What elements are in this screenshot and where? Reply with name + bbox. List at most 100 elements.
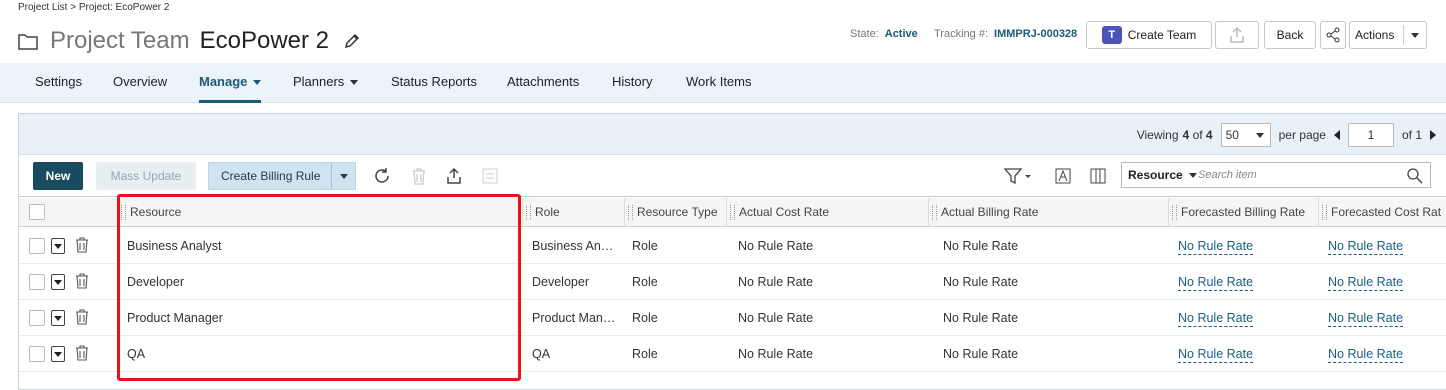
per-page-label: per page	[1278, 128, 1326, 142]
tab-planners[interactable]: Planners	[293, 63, 359, 103]
tab-status-reports[interactable]: Status Reports	[391, 63, 477, 103]
trash-icon[interactable]	[75, 273, 89, 289]
columns-icon[interactable]	[1088, 166, 1108, 186]
actions-label: Actions	[1355, 28, 1395, 42]
table-row[interactable]: QA QA Role No Rule Rate No Rule Rate No …	[19, 336, 1446, 372]
cell-forecasted-cost-rate[interactable]: No Rule Rate	[1328, 310, 1404, 327]
chevron-down-icon	[339, 173, 348, 179]
share-button[interactable]	[1320, 21, 1346, 49]
create-billing-rule-label: Create Billing Rule	[221, 169, 321, 183]
row-menu-button[interactable]	[51, 310, 65, 326]
search-box[interactable]: Resource	[1121, 162, 1431, 188]
tab-settings[interactable]: Settings	[35, 63, 82, 103]
cell-actual-billing-rate: No Rule Rate	[943, 311, 1019, 325]
tab-overview[interactable]: Overview	[113, 63, 167, 103]
next-page-icon[interactable]	[1430, 130, 1436, 140]
row-checkbox[interactable]	[29, 310, 45, 326]
new-button[interactable]: New	[33, 162, 83, 190]
chevron-down-icon	[253, 80, 262, 86]
column-header-role[interactable]: Role	[522, 198, 624, 227]
column-header-forecasted-billing-rate[interactable]: Forecasted Billing Rate	[1168, 198, 1318, 227]
search-scope-select[interactable]: Resource	[1122, 168, 1198, 182]
row-menu-button[interactable]	[51, 238, 65, 254]
search-scope-label: Resource	[1128, 168, 1183, 182]
refresh-icon[interactable]	[372, 166, 392, 186]
text-format-icon[interactable]	[1053, 166, 1073, 186]
column-header-actual-cost-rate[interactable]: Actual Cost Rate	[726, 198, 928, 227]
create-team-label: Create Team	[1127, 28, 1197, 42]
chevron-down-icon	[54, 315, 62, 321]
row-checkbox[interactable]	[29, 346, 45, 362]
actions-dropdown[interactable]: Actions	[1349, 21, 1427, 49]
cell-resource[interactable]: Business Analyst	[127, 228, 517, 264]
state-display: State: Active	[850, 28, 918, 40]
breadcrumb[interactable]: Project List > Project: EcoPower 2	[18, 2, 169, 13]
cell-actual-cost-rate: No Rule Rate	[738, 239, 814, 253]
create-team-button[interactable]: T Create Team	[1086, 21, 1212, 49]
cell-forecasted-cost-rate[interactable]: No Rule Rate	[1328, 238, 1404, 255]
cell-role: Developer	[532, 275, 589, 289]
export-icon[interactable]	[444, 166, 464, 186]
table-row[interactable]: Product Manager Product Man… Role No Rul…	[19, 300, 1446, 336]
row-menu-button[interactable]	[51, 346, 65, 362]
cell-forecasted-billing-rate[interactable]: No Rule Rate	[1178, 346, 1254, 363]
trash-icon[interactable]	[75, 237, 89, 253]
create-billing-rule-button[interactable]: Create Billing Rule	[208, 162, 356, 190]
column-header-forecasted-cost-rate[interactable]: Forecasted Cost Rat	[1318, 198, 1446, 227]
cell-resource-type: Role	[632, 275, 658, 289]
column-header-resource-type[interactable]: Resource Type	[624, 198, 726, 227]
prev-page-icon[interactable]	[1333, 130, 1340, 140]
cell-resource-type: Role	[632, 239, 658, 253]
trash-icon[interactable]	[75, 309, 89, 325]
page-title-row: Project Team EcoPower 2	[18, 26, 361, 56]
cell-resource[interactable]: Developer	[127, 264, 517, 300]
cell-forecasted-cost-rate[interactable]: No Rule Rate	[1328, 274, 1404, 291]
viewing-of: of	[1192, 128, 1203, 142]
cell-resource[interactable]: Product Manager	[127, 300, 517, 336]
viewing-count: 4 of 4	[1183, 128, 1213, 142]
tab-bar: Settings Overview Manage Planners Status…	[0, 63, 1446, 103]
detail-view-icon[interactable]	[480, 166, 500, 186]
tab-work-items[interactable]: Work Items	[686, 63, 752, 103]
cell-resource-type: Role	[632, 347, 658, 361]
tab-history[interactable]: History	[612, 63, 652, 103]
per-page-select[interactable]: 50	[1220, 123, 1271, 147]
cell-actual-cost-rate: No Rule Rate	[738, 347, 814, 361]
cell-role: Business An…	[532, 239, 614, 253]
cell-forecasted-cost-rate[interactable]: No Rule Rate	[1328, 346, 1404, 363]
row-checkbox[interactable]	[29, 274, 45, 290]
search-input[interactable]	[1198, 169, 1398, 181]
grid-toolbar: New Mass Update Create Billing Rule Reso…	[19, 155, 1446, 197]
cell-resource-type: Role	[632, 311, 658, 325]
share-icon	[1326, 27, 1340, 43]
viewing-label: Viewing	[1136, 128, 1179, 142]
chevron-down-icon	[1188, 173, 1197, 179]
back-button[interactable]: Back	[1264, 21, 1316, 49]
pencil-icon[interactable]	[343, 32, 361, 50]
mass-update-button[interactable]: Mass Update	[96, 162, 196, 190]
row-checkbox[interactable]	[29, 238, 45, 254]
trash-icon[interactable]	[75, 345, 89, 361]
table-row[interactable]: Developer Developer Role No Rule Rate No…	[19, 264, 1446, 300]
cell-actual-cost-rate: No Rule Rate	[738, 311, 814, 325]
cell-forecasted-billing-rate[interactable]: No Rule Rate	[1178, 238, 1254, 255]
billing-rule-dropdown[interactable]	[331, 163, 355, 189]
chevron-down-icon	[1411, 33, 1419, 38]
trash-icon[interactable]	[409, 166, 429, 186]
search-icon[interactable]	[1406, 167, 1424, 185]
filter-icon[interactable]	[1003, 166, 1035, 186]
tab-manage[interactable]: Manage	[199, 63, 262, 103]
page-number-input[interactable]: 1	[1347, 123, 1394, 147]
tab-attachments[interactable]: Attachments	[507, 63, 579, 103]
row-menu-button[interactable]	[51, 274, 65, 290]
column-header-resource[interactable]: Resource	[117, 198, 522, 227]
cell-resource[interactable]: QA	[127, 336, 517, 372]
cell-forecasted-billing-rate[interactable]: No Rule Rate	[1178, 310, 1254, 327]
select-all-checkbox[interactable]	[29, 204, 45, 220]
column-header-actual-billing-rate[interactable]: Actual Billing Rate	[928, 198, 1168, 227]
table-row[interactable]: Business Analyst Business An… Role No Ru…	[19, 228, 1446, 264]
viewing-total: 4	[1205, 128, 1213, 142]
cell-forecasted-billing-rate[interactable]: No Rule Rate	[1178, 274, 1254, 291]
state-value: Active	[884, 28, 918, 40]
export-button[interactable]	[1215, 21, 1259, 49]
